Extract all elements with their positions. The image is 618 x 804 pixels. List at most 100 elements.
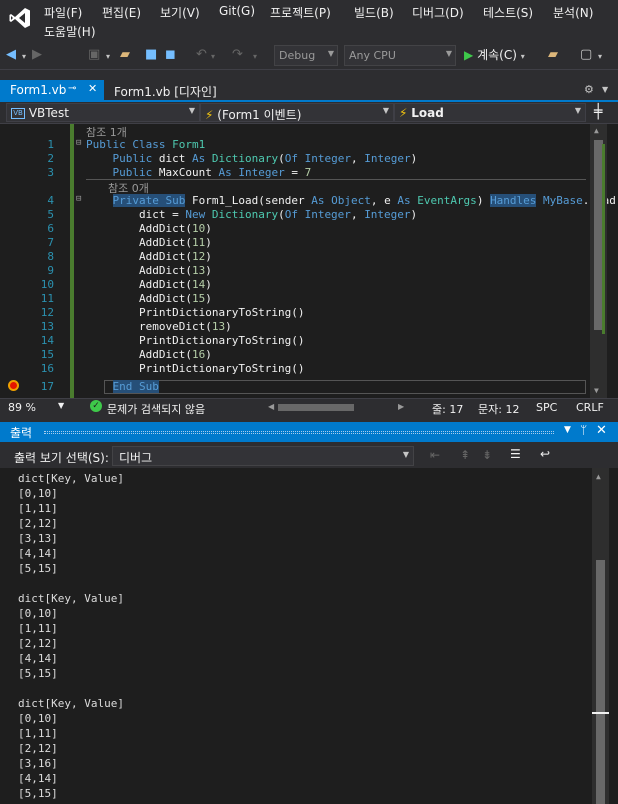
code-line[interactable]: 5 dict = New Dictionary(Of Integer, Inte…: [0, 208, 590, 222]
code-token: Integer: [364, 152, 411, 165]
gear-icon[interactable]: ⚙: [584, 83, 594, 96]
code-token: 15: [191, 292, 206, 305]
menu-edit[interactable]: 편집(E): [102, 4, 141, 21]
code-token: AddDict(: [86, 250, 192, 263]
word-wrap-icon[interactable]: ↩: [540, 447, 550, 461]
member-select[interactable]: ⚡ Load ▼: [394, 103, 586, 122]
scrollbar-thumb[interactable]: [596, 560, 605, 804]
continue-button[interactable]: ▶ 계속(C) ▾: [464, 46, 525, 66]
previous-message-icon[interactable]: ⇞: [460, 448, 470, 462]
scroll-left-icon[interactable]: ◀: [268, 402, 274, 411]
code-line[interactable]: 2 Public dict As Dictionary(Of Integer, …: [0, 152, 590, 166]
close-icon[interactable]: ✕: [88, 82, 97, 95]
menu-file[interactable]: 파일(F): [44, 4, 82, 21]
code-line[interactable]: 3 Public MaxCount As Integer = 7: [0, 166, 590, 180]
chevron-down-icon: ▼: [327, 49, 334, 58]
tab-form1-designer[interactable]: Form1.vb [디자인]: [104, 80, 234, 100]
play-icon: ▶: [464, 48, 474, 62]
chevron-down-icon: ▼: [445, 49, 452, 58]
object-select[interactable]: ⚡ (Form1 이벤트) ▼: [200, 103, 394, 122]
output-vertical-scrollbar[interactable]: ▲: [592, 468, 609, 804]
window-icon[interactable]: ▢: [580, 47, 592, 63]
save-all-icon[interactable]: ◼: [165, 47, 176, 63]
code-token: AddDict(: [86, 222, 192, 235]
next-message-icon[interactable]: ⇟: [482, 448, 492, 462]
close-icon[interactable]: ✕: [596, 423, 607, 438]
pin-icon[interactable]: ᛘ: [580, 423, 587, 437]
save-icon[interactable]: ■: [145, 47, 157, 63]
scroll-right-icon[interactable]: ▶: [398, 402, 404, 411]
code-line[interactable]: 8 AddDict(12): [0, 250, 590, 264]
whitespace-mode[interactable]: SPC: [536, 401, 557, 414]
code-line[interactable]: 9 AddDict(13): [0, 264, 590, 278]
issues-status[interactable]: 문제가 검색되지 않음: [107, 401, 205, 417]
code-line[interactable]: 6 AddDict(10): [0, 222, 590, 236]
dropdown-icon[interactable]: ▾: [253, 49, 257, 65]
folder-search-icon[interactable]: ▰: [548, 47, 558, 63]
visual-studio-logo-icon[interactable]: [8, 6, 32, 30]
dropdown-icon[interactable]: ▾: [106, 49, 110, 65]
scroll-up-icon[interactable]: ▲: [596, 472, 601, 481]
scroll-up-icon[interactable]: ▲: [594, 126, 599, 135]
chevron-down-icon[interactable]: ▼: [564, 425, 571, 435]
code-token: Integer: [364, 208, 411, 221]
output-line: [3,13]: [18, 532, 58, 545]
back-icon[interactable]: ◀: [6, 47, 16, 63]
menu-view[interactable]: 보기(V): [160, 4, 200, 21]
code-token: MaxCount: [158, 166, 219, 179]
collapse-icon[interactable]: ⊟: [76, 194, 81, 204]
project-select[interactable]: VB VBTest ▼: [6, 103, 200, 122]
code-line[interactable]: 12 PrintDictionaryToString(): [0, 306, 590, 320]
chevron-down-icon[interactable]: ▼: [602, 85, 608, 94]
code-line[interactable]: 1 Public Class Form1: [0, 138, 590, 152]
menu-test[interactable]: 테스트(S): [483, 4, 533, 21]
menu-debug[interactable]: 디버그(D): [412, 4, 464, 21]
output-panel-title-bar[interactable]: 출력 ▼ ᛘ ✕: [0, 422, 618, 442]
code-line[interactable]: 11 AddDict(15): [0, 292, 590, 306]
platform-select[interactable]: Any CPU ▼: [344, 45, 456, 66]
breakpoint-icon[interactable]: [8, 380, 19, 391]
menu-help[interactable]: 도움말(H): [44, 23, 96, 40]
output-source-select[interactable]: 디버그 ▼: [112, 446, 414, 466]
editor-vertical-scrollbar[interactable]: ▲ ▼: [590, 124, 607, 398]
menu-build[interactable]: 빌드(B): [354, 4, 394, 21]
output-text-area[interactable]: dict[Key, Value] [0,10] [1,11] [2,12] [3,13]…: [0, 468, 618, 804]
configuration-select[interactable]: Debug ▼: [274, 45, 338, 66]
output-line: [4,14]: [18, 772, 58, 785]
split-editor-icon[interactable]: ╪: [594, 104, 602, 120]
new-project-icon[interactable]: ▣: [88, 47, 100, 63]
horizontal-scrollbar-thumb[interactable]: [278, 404, 354, 411]
code-line[interactable]: 17 End Sub: [0, 380, 590, 394]
forward-icon[interactable]: ▶: [32, 47, 42, 63]
pin-icon[interactable]: ⊸: [68, 83, 76, 94]
redo-icon[interactable]: ↷: [232, 47, 243, 63]
find-message-icon[interactable]: ⇤: [430, 448, 440, 462]
drag-grip[interactable]: [44, 431, 554, 434]
scroll-down-icon[interactable]: ▼: [594, 386, 599, 395]
chevron-down-icon[interactable]: ▼: [58, 401, 64, 410]
menu-git[interactable]: Git(G): [219, 4, 255, 18]
dropdown-icon[interactable]: ▾: [598, 49, 602, 65]
open-folder-icon[interactable]: ▰: [120, 47, 130, 63]
code-line[interactable]: 4 Private Sub Form1_Load(sender As Objec…: [0, 194, 616, 208]
code-line[interactable]: 16 PrintDictionaryToString(): [0, 362, 590, 376]
code-line[interactable]: 14 PrintDictionaryToString(): [0, 334, 590, 348]
code-line[interactable]: 7 AddDict(11): [0, 236, 590, 250]
tab-form1-vb[interactable]: Form1.vb ⊸ ✕: [0, 80, 104, 100]
menu-analyze[interactable]: 분석(N): [553, 4, 593, 21]
code-token: PrintDictionaryToString(): [86, 334, 305, 347]
code-editor[interactable]: 참조 1개 참조 0개 1 Public Class Form1 2 Public …: [0, 124, 618, 398]
code-line[interactable]: 15 AddDict(16): [0, 348, 590, 362]
clear-all-icon[interactable]: ☰: [510, 447, 521, 461]
menu-project[interactable]: 프로젝트(P): [270, 4, 331, 21]
code-token: 10: [191, 222, 206, 235]
dropdown-icon[interactable]: ▾: [22, 49, 26, 65]
collapse-icon[interactable]: ⊟: [76, 138, 81, 148]
zoom-level[interactable]: 89 %: [8, 401, 36, 414]
undo-icon[interactable]: ↶: [196, 47, 207, 63]
dropdown-icon[interactable]: ▾: [211, 49, 215, 65]
code-line[interactable]: 10 AddDict(14): [0, 278, 590, 292]
code-line[interactable]: 13 removeDict(13): [0, 320, 590, 334]
line-ending[interactable]: CRLF: [576, 401, 604, 414]
